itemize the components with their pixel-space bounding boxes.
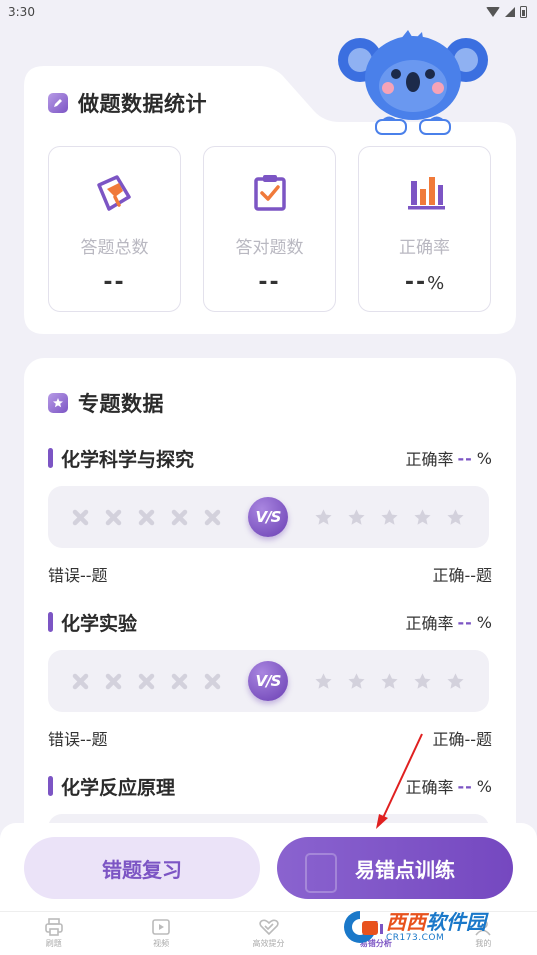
topic-name: 化学反应原理 [61,776,176,799]
stat-value: --% [404,270,445,295]
bar-chart-icon [403,171,447,215]
tab-label: 刷题 [45,939,62,948]
wrong-marks [72,509,221,526]
signal-icon [505,7,515,17]
site-watermark: 西西软件园 CR173.COM [338,905,524,949]
wrong-count: 错误--题 [48,566,108,585]
cross-icon [204,673,221,689]
stat-label: 答题总数 [80,238,149,258]
stat-total-answered: 答题总数 -- [48,146,181,312]
tab-label: 视频 [153,939,170,948]
action-bar: 错题复习 易错点训练 [0,823,537,911]
star-icon [315,508,332,525]
star-icon [315,672,332,689]
topic-marker [48,448,53,468]
vs-strip: V/S [48,650,489,712]
correct-marks [314,508,465,527]
watermark-logo-icon [344,911,378,943]
stat-accuracy: 正确率 --% [358,146,491,312]
document-clock-icon [305,853,337,893]
vs-badge: V/S [248,661,288,701]
tab-boost[interactable]: 高效提分 [215,912,322,955]
star-icon [348,508,365,525]
star-icon [381,672,398,689]
topic-section[interactable]: 化学科学与探究 正确率 -- % V/S 错误--题 正确--题 [48,444,492,586]
stats-title-row: 做题数据统计 [48,88,207,118]
topic-name: 化学实验 [61,612,138,635]
cross-icon [138,673,155,689]
topic-accuracy: 正确率 -- % [405,612,493,634]
wrong-count: 错误--题 [48,730,108,749]
topic-name-wrap: 化学反应原理 [48,773,175,800]
topic-header: 化学科学与探究 正确率 -- % [48,444,492,472]
error-prone-training-button[interactable]: 易错点训练 [277,837,513,899]
topic-name-wrap: 化学科学与探究 [48,445,194,472]
status-bar: 3:30 [0,0,537,24]
cross-icon [171,509,188,525]
stat-label: 答对题数 [235,238,304,258]
star-icon [447,672,464,689]
star-icon [48,393,68,413]
tab-video[interactable]: 视频 [107,912,214,955]
cross-icon [105,509,122,525]
star-icon [414,672,431,689]
cross-icon [138,509,155,525]
cross-icon [105,673,122,689]
topic-accuracy: 正确率 -- % [405,448,493,470]
correct-marks [314,672,465,691]
star-icon [381,508,398,525]
star-icon [348,672,365,689]
star-icon [447,508,464,525]
stat-value: -- [103,270,126,295]
tab-label: 高效提分 [252,939,285,948]
video-icon [150,918,172,936]
cross-icon [72,509,89,525]
watermark-text: 西西软件园 CR173.COM [386,912,486,943]
wifi-icon [486,7,500,17]
cross-icon [72,673,89,689]
topic-card: 专题数据 化学科学与探究 正确率 -- % V/S 错误--题 正确--题 化学… [24,358,516,876]
clipboard-check-icon [248,171,292,215]
cross-icon [204,509,221,525]
status-icons [486,6,527,18]
topic-marker [48,776,53,796]
topic-footer: 错误--题 正确--题 [48,726,492,750]
topic-name-wrap: 化学实验 [48,609,137,636]
topic-accuracy: 正确率 -- % [405,776,493,798]
vs-strip: V/S [48,486,489,548]
stat-label: 正确率 [399,238,450,258]
correct-count: 正确--题 [432,730,492,749]
topic-name: 化学科学与探究 [61,448,195,471]
topic-section[interactable]: 化学实验 正确率 -- % V/S 错误--题 正确--题 [48,608,492,750]
pencil-box-icon [93,171,137,215]
train-button-label: 易错点训练 [355,859,455,882]
pen-icon [48,93,68,113]
topic-marker [48,612,53,632]
heart-icon [258,918,280,936]
printer-icon [43,918,65,936]
stat-boxes: 答题总数 -- 答对题数 -- 正确率 --% [48,146,491,312]
watermark-brand: 西西软件园 [386,909,486,934]
watermark-url: CR173.COM [386,932,445,943]
status-time: 3:30 [8,5,35,19]
koala-mascot [338,30,488,135]
tab-practice[interactable]: 刷题 [0,912,107,955]
wrong-marks [72,673,221,690]
topic-title: 专题数据 [78,392,164,416]
stat-value: -- [258,270,281,295]
topic-footer: 错误--题 正确--题 [48,562,492,586]
topic-title-row: 专题数据 [48,388,164,418]
correct-count: 正确--题 [432,566,492,585]
cross-icon [171,673,188,689]
topic-header: 化学实验 正确率 -- % [48,608,492,636]
stat-correct-answered: 答对题数 -- [203,146,336,312]
battery-icon [520,6,527,18]
stats-title: 做题数据统计 [78,92,207,116]
topic-header: 化学反应原理 正确率 -- % [48,772,492,800]
star-icon [414,508,431,525]
vs-badge: V/S [248,497,288,537]
wrong-question-review-button[interactable]: 错题复习 [24,837,260,899]
